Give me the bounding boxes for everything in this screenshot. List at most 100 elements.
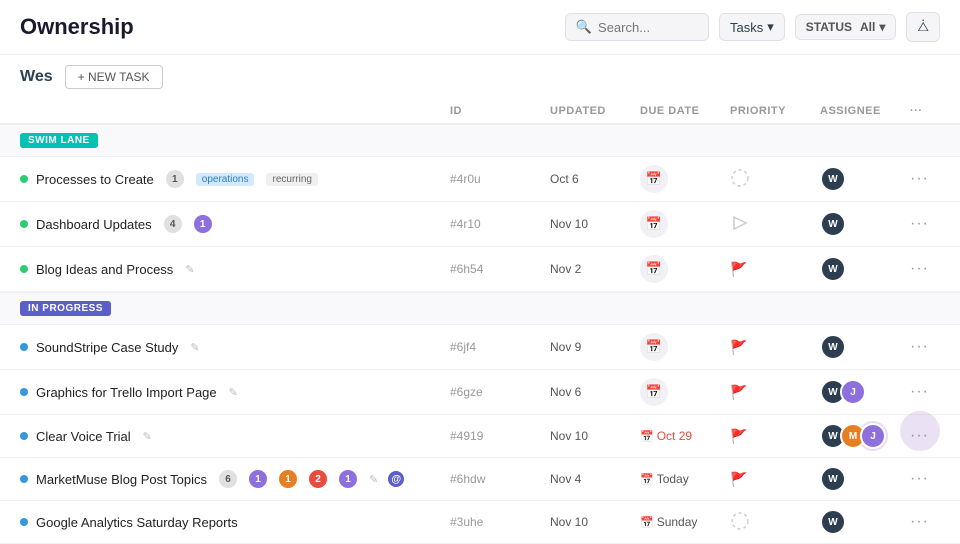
tasks-dropdown[interactable]: Tasks ▾ [719, 13, 785, 41]
search-icon: 🔍 [576, 19, 592, 35]
col-id: ID [450, 105, 550, 117]
task-assignee: W J [820, 379, 910, 405]
status-filter[interactable]: STATUS All ▾ [795, 14, 897, 40]
more-button[interactable]: ··· [910, 260, 940, 278]
task-id: #6gze [450, 385, 550, 399]
more-button[interactable]: ··· [910, 215, 940, 233]
col-assignee: ASSIGNEE [820, 105, 910, 117]
col-duedate: DUE DATE [640, 105, 730, 117]
status-dot [20, 343, 28, 351]
more-button[interactable]: ··· [910, 383, 940, 401]
task-priority: 🚩 [730, 428, 820, 445]
task-priority: 🚩 [730, 261, 820, 278]
flag-icon: 🚩 [730, 428, 747, 444]
edit-icon[interactable]: ✎ [229, 386, 238, 399]
inline-avatar: @ [386, 469, 406, 489]
flag-icon: 🚩 [730, 261, 747, 277]
count-badge: 6 [219, 470, 237, 488]
priority-icon [730, 511, 750, 531]
more-button[interactable]: ··· [910, 513, 940, 531]
table-row: Google Analytics Saturday Reports #3uhe … [0, 501, 960, 544]
task-updated: Nov 10 [550, 429, 640, 443]
priority-icon [730, 213, 750, 233]
col-priority: PRIORITY [730, 105, 820, 117]
more-button[interactable]: ··· [910, 170, 940, 188]
task-priority: 🚩 [730, 471, 820, 488]
edit-icon[interactable]: ✎ [185, 263, 194, 276]
task-due: 📅 [640, 333, 730, 361]
search-input[interactable] [598, 20, 698, 35]
calendar-icon: 📅 [640, 473, 654, 486]
task-name[interactable]: Blog Ideas and Process [36, 262, 173, 277]
task-name[interactable]: Dashboard Updates [36, 217, 152, 232]
status-label: STATUS [806, 20, 852, 34]
count-badge: 1 [249, 470, 267, 488]
task-due: 📅 Oct 29 [640, 429, 730, 443]
table-row: Processes to Create 1 operations recurri… [0, 157, 960, 202]
task-name-cell: Dashboard Updates 4 1 [20, 215, 450, 233]
task-name-cell: Google Analytics Saturday Reports [20, 515, 450, 530]
calendar-icon: 📅 [640, 255, 668, 283]
task-id: #4r10 [450, 217, 550, 231]
edit-icon[interactable]: ✎ [190, 341, 199, 354]
table-row: Dashboard Updates 4 1 #4r10 Nov 10 📅 W ·… [0, 202, 960, 247]
calendar-icon: 📅 [640, 430, 654, 443]
count-badge: 1 [166, 170, 184, 188]
status-dot [20, 388, 28, 396]
task-assignee: W M J [820, 423, 910, 449]
task-name-cell: SoundStripe Case Study ✎ [20, 340, 450, 355]
task-updated: Nov 10 [550, 217, 640, 231]
edit-icon[interactable]: ✎ [143, 430, 152, 443]
task-name-cell: Blog Ideas and Process ✎ [20, 262, 450, 277]
task-name[interactable]: Clear Voice Trial [36, 429, 131, 444]
flag-icon: 🚩 [730, 384, 747, 400]
calendar-icon: 📅 [640, 378, 668, 406]
task-updated: Nov 2 [550, 262, 640, 276]
task-name[interactable]: Processes to Create [36, 172, 154, 187]
header: Ownership 🔍 Tasks ▾ STATUS All ▾ ⧊ [0, 0, 960, 55]
new-task-button[interactable]: + NEW TASK [65, 65, 163, 89]
task-assignee: W [820, 211, 910, 237]
avatar: W [820, 334, 846, 360]
count-badge-purple: 1 [194, 215, 212, 233]
task-name[interactable]: SoundStripe Case Study [36, 340, 178, 355]
edit-icon[interactable]: ✎ [369, 473, 378, 486]
more-button[interactable]: ··· [910, 427, 940, 445]
header-controls: 🔍 Tasks ▾ STATUS All ▾ ⧊ [565, 12, 940, 42]
tag-recurring: recurring [266, 173, 317, 186]
task-name[interactable]: MarketMuse Blog Post Topics [36, 472, 207, 487]
filter-button[interactable]: ⧊ [906, 12, 940, 42]
task-assignee: W [820, 334, 910, 360]
status-dot [20, 175, 28, 183]
table-row: Clear Voice Trial ✎ #4919 Nov 10 📅 Oct 2… [0, 415, 960, 458]
more-button[interactable]: ··· [910, 470, 940, 488]
status-dot [20, 475, 28, 483]
flag-icon: 🚩 [730, 339, 747, 355]
due-date: Today [657, 472, 689, 486]
task-name[interactable]: Graphics for Trello Import Page [36, 385, 217, 400]
task-updated: Nov 10 [550, 515, 640, 529]
table-row: SoundStripe Case Study ✎ #6jf4 Nov 9 📅 🚩… [0, 325, 960, 370]
task-id: #4919 [450, 429, 550, 443]
task-priority [730, 168, 820, 191]
app-container: Ownership 🔍 Tasks ▾ STATUS All ▾ ⧊ Wes +… [0, 0, 960, 544]
more-button[interactable]: ··· [910, 338, 940, 356]
swim-lane-badge: SWIM LANE [20, 133, 98, 148]
task-name[interactable]: Google Analytics Saturday Reports [36, 515, 238, 530]
avatar: W [820, 466, 846, 492]
avatar-group: W M J [820, 423, 910, 449]
col-more: ··· [910, 105, 940, 117]
task-priority: 🚩 [730, 339, 820, 356]
priority-icon [730, 168, 750, 188]
search-bar[interactable]: 🔍 [565, 13, 709, 41]
task-name-cell: MarketMuse Blog Post Topics 6 1 1 2 1 ✎ … [20, 469, 450, 489]
status-dot [20, 220, 28, 228]
task-due: 📅 Sunday [640, 515, 730, 529]
page-title: Ownership [20, 14, 134, 40]
task-id: #6jf4 [450, 340, 550, 354]
status-dot [20, 265, 28, 273]
avatar: J [840, 379, 866, 405]
tag-operations: operations [196, 173, 255, 186]
task-updated: Nov 4 [550, 472, 640, 486]
swim-lane-header: SWIM LANE [0, 124, 960, 157]
